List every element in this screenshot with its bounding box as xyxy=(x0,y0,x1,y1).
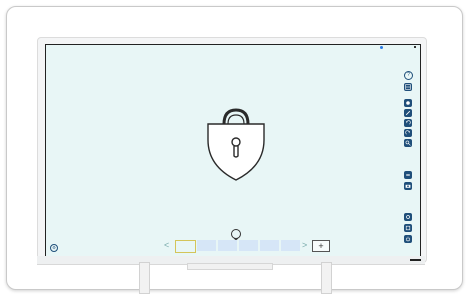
left-settings-icon[interactable]: ⚙ xyxy=(50,244,58,252)
stand-leg-right xyxy=(321,262,332,294)
hand-icon[interactable] xyxy=(404,99,412,107)
page-thumbnail-4[interactable] xyxy=(239,240,258,251)
redo-icon[interactable] xyxy=(404,129,412,137)
undo-icon[interactable] xyxy=(404,119,412,127)
page-thumbnail-5[interactable] xyxy=(260,240,279,251)
stand-leg-left xyxy=(139,262,150,294)
page-thumbnail-3[interactable] xyxy=(218,240,237,251)
camera-indicator xyxy=(380,46,383,49)
zoom-icon[interactable] xyxy=(404,139,412,147)
lock-shield-icon xyxy=(204,104,268,184)
prev-page-arrow[interactable]: < xyxy=(164,240,169,251)
share-icon[interactable] xyxy=(404,224,412,232)
page-thumbnail-2[interactable] xyxy=(197,240,216,251)
page-thumbnail-6[interactable] xyxy=(281,240,300,251)
next-page-arrow[interactable]: > xyxy=(302,240,307,251)
pen-icon[interactable] xyxy=(404,109,412,117)
camera-icon[interactable] xyxy=(404,182,412,190)
status-dot xyxy=(414,46,416,48)
grid-icon[interactable] xyxy=(404,83,412,91)
add-page-button[interactable]: + xyxy=(312,240,330,252)
speaker-bar xyxy=(187,263,273,270)
help-button[interactable]: ? xyxy=(404,71,413,80)
power-icon[interactable] xyxy=(404,235,412,243)
settings-icon[interactable] xyxy=(404,213,412,221)
chevron-down-icon[interactable] xyxy=(231,229,241,241)
page-thumbnail-1[interactable] xyxy=(175,240,196,253)
power-indicator xyxy=(410,259,421,261)
minimize-icon[interactable] xyxy=(404,171,412,179)
